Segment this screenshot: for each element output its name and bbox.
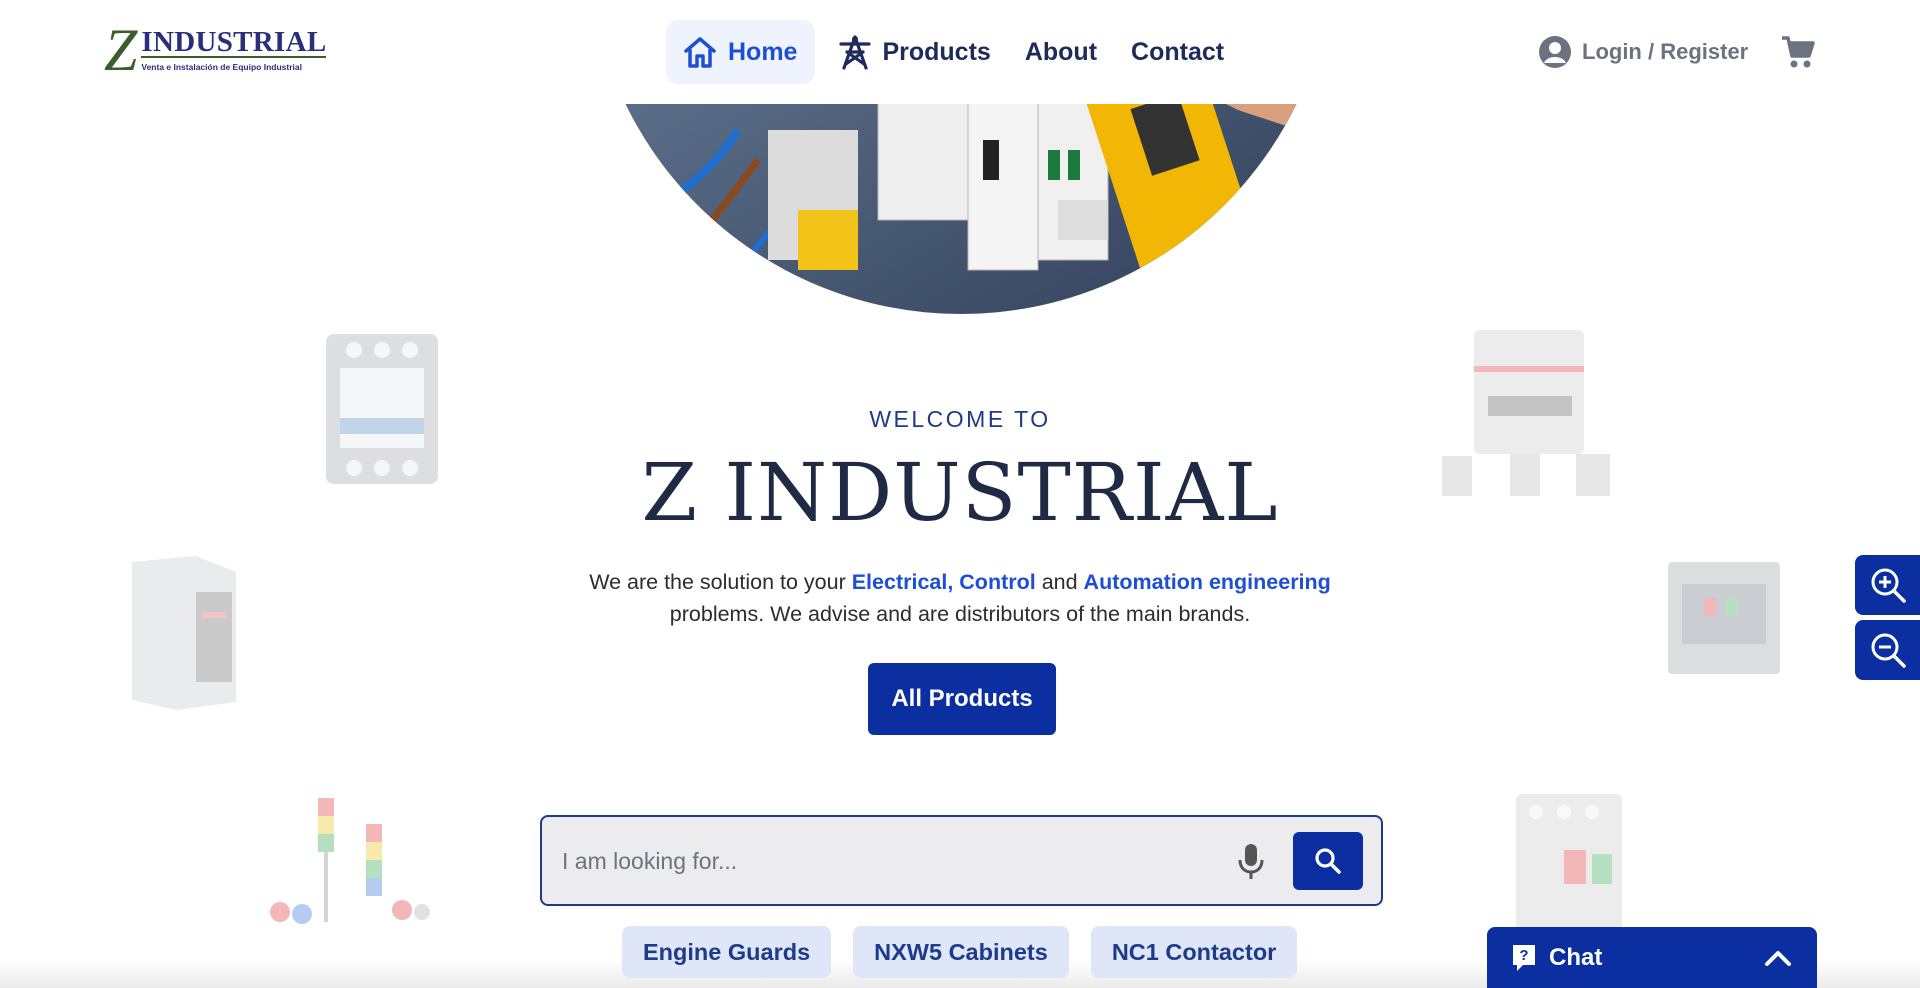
home-icon — [684, 37, 716, 68]
chat-label: Chat — [1549, 943, 1603, 971]
nav-home-label: Home — [728, 37, 798, 66]
cart-icon — [1782, 36, 1815, 68]
zoom-in-icon — [1871, 568, 1906, 603]
chevron-up-icon[interactable] — [1763, 948, 1793, 968]
logo-tagline: Venta e Instalación de Equipo Industrial — [141, 62, 302, 72]
signal-tower-image — [270, 798, 430, 924]
zoom-out-button[interactable] — [1855, 620, 1920, 680]
quick-search-chips: Engine Guards NXW5 Cabinets NC1 Contacto… — [622, 926, 1298, 978]
welcome-label: WELCOME TO — [869, 406, 1051, 432]
login-register-link[interactable]: Login / Register — [1538, 34, 1748, 70]
highlight-electrical-control: Electrical, Control — [851, 570, 1036, 594]
relay-image-left — [132, 556, 236, 710]
microphone-icon[interactable] — [1236, 842, 1266, 882]
hero-title: Z INDUSTRIAL — [641, 446, 1279, 539]
highlight-automation: Automation engineering — [1083, 570, 1331, 594]
logo[interactable]: Z INDUSTRIAL Venta e Instalación de Equi… — [104, 17, 344, 83]
all-products-button[interactable]: All Products — [868, 663, 1056, 735]
svg-text:?: ? — [1519, 947, 1528, 964]
login-label: Login / Register — [1582, 39, 1749, 64]
main-nav: Home Products About Contact — [666, 20, 1241, 84]
nav-contact[interactable]: Contact — [1114, 20, 1241, 84]
site-header: Z INDUSTRIAL Venta e Instalación de Equi… — [0, 0, 1920, 104]
tower-icon — [839, 35, 872, 70]
page: Z INDUSTRIAL Venta e Instalación de Equi… — [0, 0, 1920, 988]
chip-nxw5-cabinets[interactable]: NXW5 Cabinets — [853, 926, 1069, 978]
nav-products-label: Products — [882, 37, 991, 66]
search-icon — [1315, 848, 1341, 874]
cart-button[interactable] — [1780, 34, 1816, 70]
search-button[interactable] — [1293, 832, 1363, 890]
chip-nc1-contactor[interactable]: NC1 Contactor — [1090, 926, 1298, 978]
nav-contact-label: Contact — [1131, 37, 1225, 66]
nav-about-label: About — [1024, 37, 1098, 66]
logo-name: INDUSTRIAL — [141, 26, 327, 58]
zoom-out-icon — [1871, 633, 1906, 668]
hero-description: We are the solution to your Electrical, … — [589, 570, 1331, 626]
logo-letter: Z — [104, 17, 138, 83]
nav-products[interactable]: Products — [821, 20, 1007, 84]
chip-engine-guards[interactable]: Engine Guards — [622, 926, 832, 978]
motor-protector-image — [1516, 794, 1622, 936]
search-bar — [540, 815, 1383, 906]
user-circle-icon — [1539, 36, 1571, 68]
search-input[interactable] — [562, 839, 1242, 883]
air-breaker-image — [1668, 562, 1780, 674]
chat-widget[interactable]: ? Chat — [1487, 927, 1817, 988]
chat-help-icon: ? — [1513, 944, 1535, 971]
nav-about[interactable]: About — [1008, 20, 1114, 84]
nav-home[interactable]: Home — [666, 20, 816, 84]
zoom-in-button[interactable] — [1855, 555, 1920, 615]
